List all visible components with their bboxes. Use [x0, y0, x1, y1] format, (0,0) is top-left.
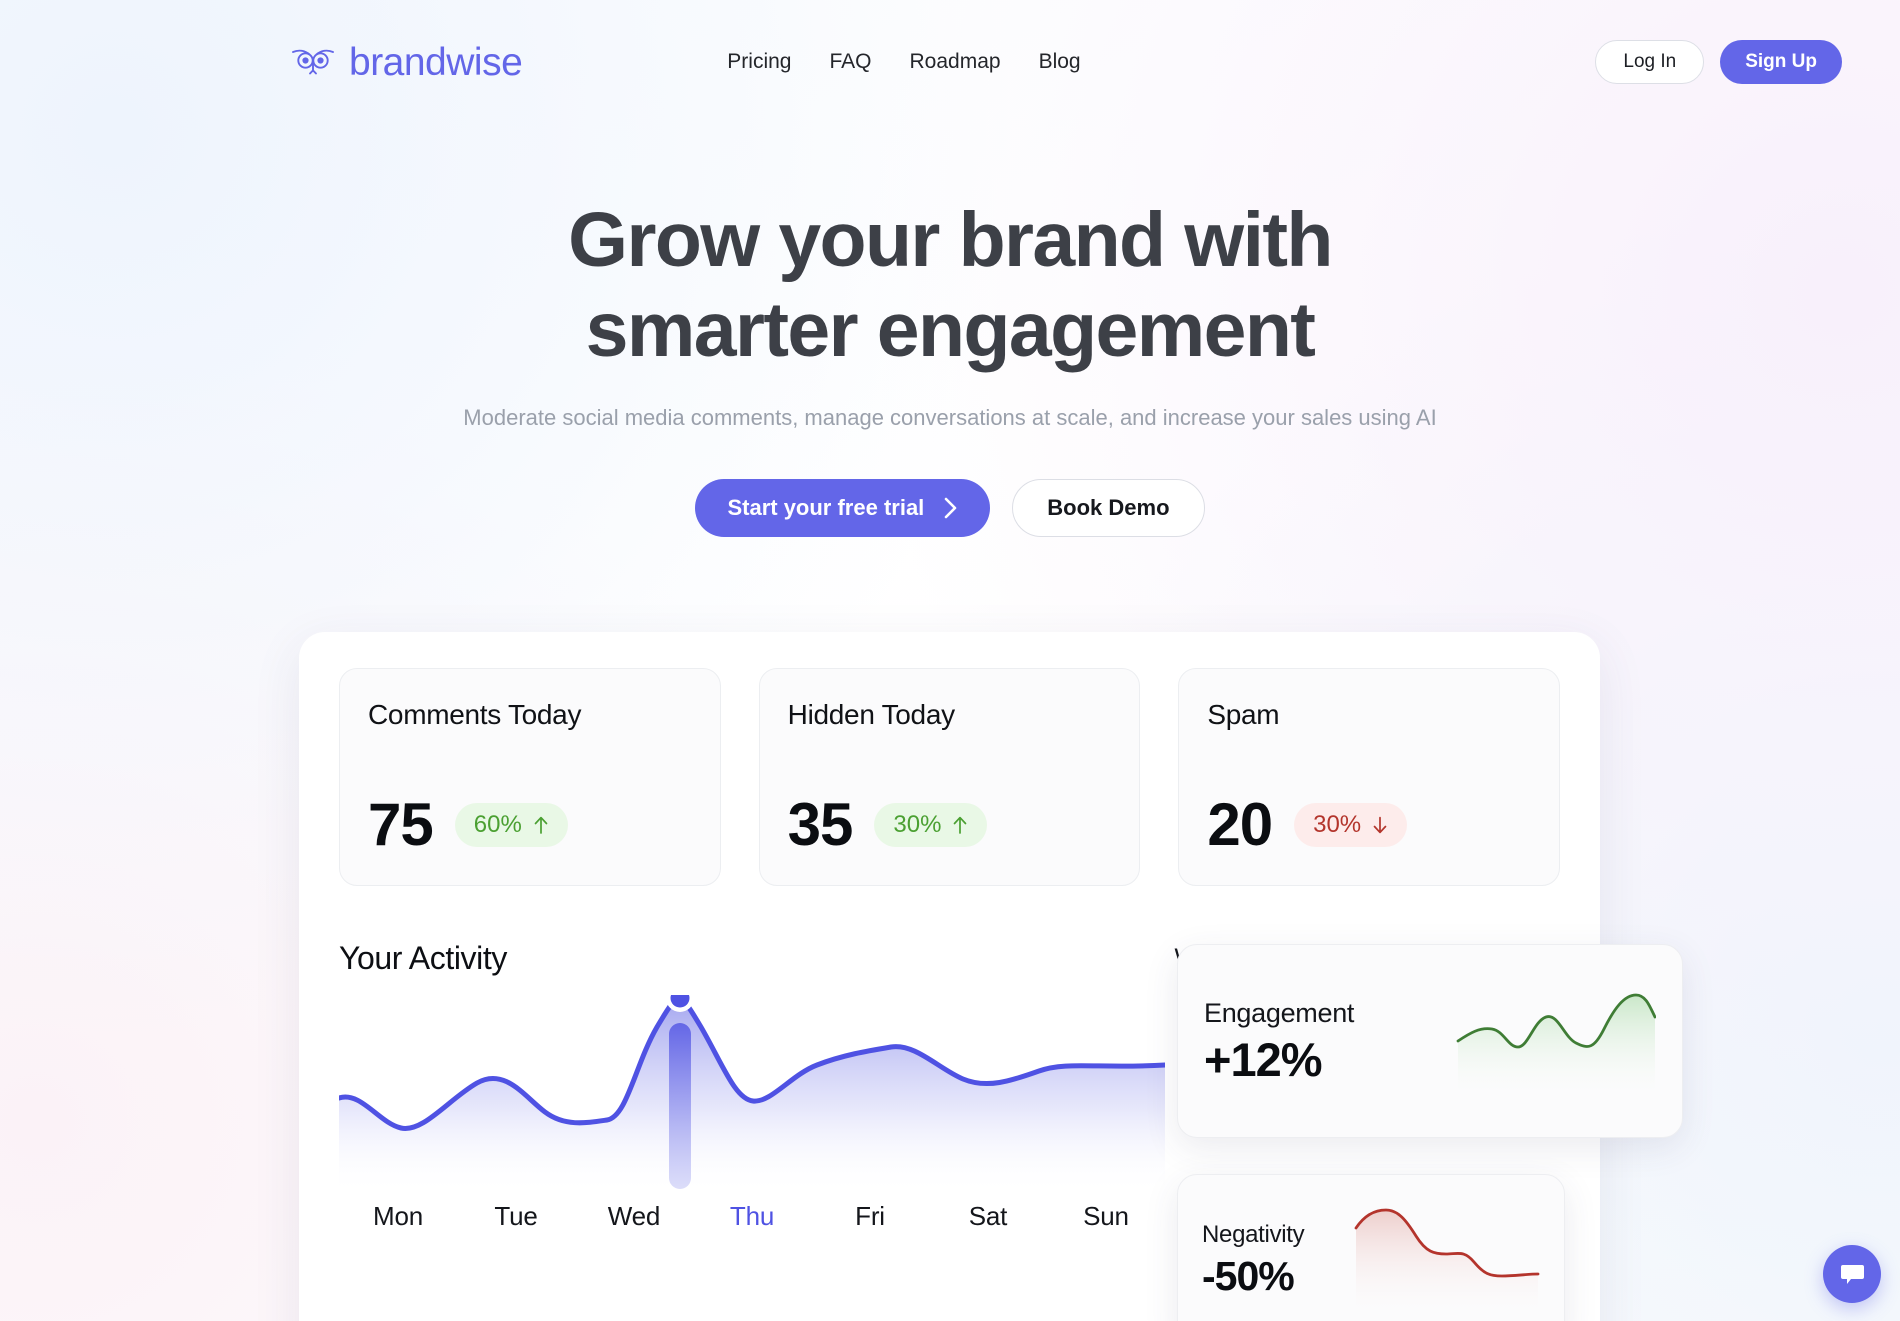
stat-row: 20 30% [1207, 795, 1531, 855]
activity-area-fill [339, 1000, 1165, 1195]
stat-row: 35 30% [788, 795, 1112, 855]
nav-link-pricing[interactable]: Pricing [727, 50, 791, 74]
chevron-right-icon [944, 497, 957, 519]
day-label-tue[interactable]: Tue [457, 1201, 575, 1232]
stat-label: Spam [1207, 699, 1280, 730]
day-label-wed[interactable]: Wed [575, 1201, 693, 1232]
day-label-fri[interactable]: Fri [811, 1201, 929, 1232]
active-day-indicator [669, 1023, 691, 1189]
hero-subtitle: Moderate social media comments, manage c… [463, 405, 1437, 430]
hero-section: Grow your brand with smarter engagement … [0, 195, 1900, 537]
day-axis: Mon Tue Wed Thu Fri Sat Sun [339, 1201, 1165, 1232]
day-label-thu[interactable]: Thu [693, 1201, 811, 1232]
badge-delta: 30% [893, 811, 942, 838]
brand-name: brandwise [349, 40, 523, 84]
page-title: Grow your brand with smarter engagement [568, 197, 1333, 373]
stat-label: Hidden Today [787, 699, 955, 730]
nav-link-blog[interactable]: Blog [1039, 50, 1081, 74]
arrow-up-icon [954, 816, 967, 834]
status-badge: 30% [874, 803, 988, 847]
badge-delta: 30% [1313, 811, 1362, 838]
auth-actions: Log In Sign Up [1595, 40, 1842, 84]
engagement-text: Engagement +12% [1204, 998, 1354, 1084]
status-badge: 60% [454, 803, 568, 847]
status-badge: 30% [1294, 803, 1408, 847]
engagement-area [1458, 995, 1655, 1097]
stat-row: 75 60% [368, 795, 692, 855]
stat-value: 35 [787, 791, 854, 858]
negativity-label: Negativity [1202, 1221, 1305, 1249]
landing-page: brandwise Pricing FAQ Roadmap Blog Log I… [0, 0, 1900, 1321]
day-label-sun[interactable]: Sun [1047, 1201, 1165, 1232]
badge-delta: 60% [473, 811, 522, 838]
activity-chart-svg [339, 995, 1165, 1195]
chat-bubble-icon [1840, 1264, 1864, 1284]
engagement-card: Engagement +12% [1177, 944, 1683, 1138]
stat-card-hidden-today: Hidden Today 35 30% [758, 668, 1141, 886]
book-demo-button[interactable]: Book Demo [1012, 479, 1205, 537]
engagement-label: Engagement [1204, 997, 1355, 1028]
activity-title: Your Activity [339, 940, 507, 976]
chat-widget-button[interactable] [1823, 1245, 1881, 1303]
negativity-sparkline [1354, 1208, 1540, 1314]
main-nav: Pricing FAQ Roadmap Blog [727, 50, 1080, 74]
stat-card-spam: Spam 20 30% [1178, 668, 1561, 886]
negativity-value: -50% [1202, 1253, 1295, 1300]
owl-icon [292, 49, 334, 75]
stat-card-group: Comments Today 75 60% Hidden Today 35 30… [339, 668, 1561, 886]
negativity-area [1356, 1210, 1538, 1314]
nav-link-faq[interactable]: FAQ [829, 50, 871, 74]
engagement-sparkline [1456, 993, 1656, 1097]
stat-label: Comments Today [368, 699, 582, 730]
start-free-trial-button[interactable]: Start your free trial [695, 479, 991, 537]
stat-value: 20 [1207, 791, 1273, 858]
arrow-up-icon [534, 816, 548, 834]
nav-link-roadmap[interactable]: Roadmap [910, 50, 1001, 74]
stat-value: 75 [368, 791, 434, 858]
brand-logo[interactable]: brandwise [290, 40, 523, 84]
arrow-down-icon [1373, 816, 1387, 834]
start-free-trial-label: Start your free trial [727, 495, 925, 520]
site-header: brandwise Pricing FAQ Roadmap Blog Log I… [0, 0, 1900, 124]
hero-cta-group: Start your free trial Book Demo [0, 479, 1900, 537]
engagement-value: +12% [1204, 1032, 1323, 1086]
day-label-sat[interactable]: Sat [929, 1201, 1047, 1232]
log-in-button[interactable]: Log In [1595, 40, 1705, 84]
activity-chart: Mon Tue Wed Thu Fri Sat Sun [339, 995, 1165, 1231]
day-label-mon[interactable]: Mon [339, 1201, 457, 1232]
sign-up-button[interactable]: Sign Up [1720, 40, 1842, 84]
negativity-card: Negativity -50% [1177, 1174, 1565, 1321]
stat-card-comments-today: Comments Today 75 60% [339, 668, 721, 886]
negativity-text: Negativity -50% [1202, 1221, 1305, 1300]
